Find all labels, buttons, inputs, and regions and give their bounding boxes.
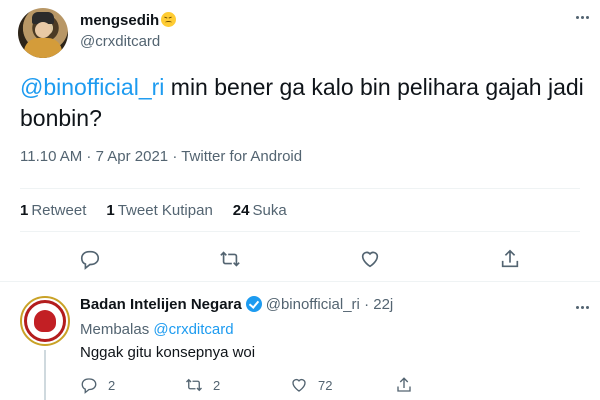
replying-to: Membalas @crxditcard (80, 321, 234, 338)
reply-retweet-button[interactable]: 2 (185, 376, 290, 394)
avatar[interactable] (18, 8, 68, 58)
tweet-timestamp[interactable]: 11.10 AM · 7 Apr 2021 · Twitter for Andr… (20, 148, 302, 165)
retweets-stat[interactable]: 1 Retweet (20, 202, 86, 219)
likes-stat[interactable]: 24 Suka (233, 202, 287, 219)
reply-author[interactable]: Badan Intelijen Negara @binofficial_ri · … (80, 296, 393, 313)
more-options-icon[interactable] (572, 10, 592, 24)
author-name-text[interactable]: mengsedih (80, 12, 159, 29)
main-tweet: mengsedih @crxditcard @binofficial_ri mi… (0, 0, 600, 282)
reply-share-button[interactable] (395, 376, 500, 394)
share-icon (397, 377, 411, 392)
reply-body: Nggak gitu konsepnya woi (80, 344, 256, 361)
reply-count: 2 (108, 377, 116, 393)
reply-icon[interactable] (76, 245, 104, 273)
share-icon[interactable] (496, 245, 524, 273)
reply-reply-button[interactable]: 2 (80, 376, 185, 394)
tweet-actions (20, 240, 580, 278)
quotes-count: 1 (106, 201, 115, 219)
replying-prefix: Membalas (80, 321, 154, 338)
reply-like-button[interactable]: 72 (290, 376, 395, 394)
reply-author-handle[interactable]: @binofficial_ri (266, 296, 360, 313)
reply-separator: · (364, 296, 370, 313)
tweet-text: @binofficial_ri min bener ga kalo bin pe… (20, 72, 595, 134)
replying-to-handle[interactable]: @crxditcard (153, 321, 233, 338)
retweets-label: Retweet (31, 201, 87, 219)
author-name[interactable]: mengsedih (80, 12, 177, 29)
tweet-stats: 1 Retweet 1 Tweet Kutipan 24 Suka (20, 188, 580, 232)
thread-line (44, 350, 46, 400)
reply-author-name[interactable]: Badan Intelijen Negara (80, 296, 242, 313)
weary-face-icon (161, 12, 177, 27)
bin-logo-avatar[interactable] (20, 296, 70, 346)
reply-time[interactable]: 22j (373, 296, 393, 313)
reply-actions: 2 2 72 (80, 372, 520, 398)
like-count: 72 (318, 377, 333, 393)
quote-tweets-stat[interactable]: 1 Tweet Kutipan (106, 202, 212, 219)
like-icon (292, 378, 306, 392)
likes-count: 24 (232, 201, 250, 219)
author-handle[interactable]: @crxditcard (80, 33, 160, 50)
retweet-icon[interactable] (216, 245, 244, 273)
likes-label: Suka (252, 201, 287, 219)
mention-link[interactable]: @binofficial_ri (20, 74, 164, 100)
retweet-count: 2 (213, 377, 221, 393)
retweets-count: 1 (20, 201, 29, 219)
like-icon[interactable] (356, 245, 384, 273)
retweet-icon (186, 378, 202, 392)
quotes-label: Tweet Kutipan (117, 201, 213, 219)
reply-more-options-icon[interactable] (572, 300, 592, 314)
reply-icon (81, 378, 97, 394)
verified-badge-icon (245, 296, 262, 312)
